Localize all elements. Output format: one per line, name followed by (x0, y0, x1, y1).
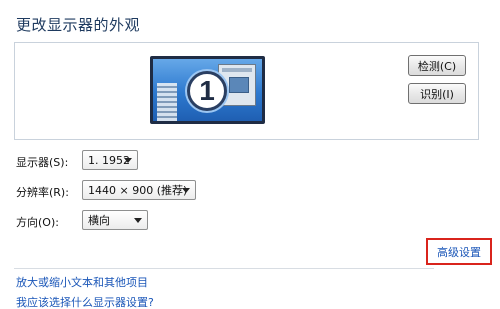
orientation-label: 方向(O): (16, 216, 59, 229)
display-label: 显示器(S): (16, 156, 69, 169)
monitor-number-badge: 1 (187, 71, 227, 111)
resolution-select[interactable]: 1440 × 900 (推荐) (82, 180, 196, 200)
orientation-select[interactable]: 横向 (82, 210, 148, 230)
resolution-label: 分辨率(R): (16, 186, 69, 199)
orientation-select-value: 横向 (88, 214, 110, 227)
identify-button[interactable]: 识别(I) (408, 83, 466, 104)
detect-button[interactable]: 检测(C) (408, 55, 466, 76)
chevron-down-icon (182, 188, 190, 193)
advanced-settings-link[interactable]: 高级设置 (437, 244, 481, 260)
chevron-down-icon (134, 218, 142, 223)
monitor-icon[interactable]: 1 (150, 56, 265, 124)
monitor-number: 1 (199, 75, 215, 106)
resolution-select-value: 1440 × 900 (推荐) (88, 184, 188, 197)
taskbar-graphic (157, 83, 177, 121)
section-divider (14, 268, 434, 269)
display-select[interactable]: 1. 1952 (82, 150, 138, 170)
chevron-down-icon (124, 158, 132, 163)
page-title: 更改显示器的外观 (16, 16, 141, 34)
advanced-settings-highlight: 高级设置 (426, 238, 492, 265)
text-size-link[interactable]: 放大或缩小文本和其他项目 (16, 274, 148, 290)
display-help-link[interactable]: 我应该选择什么显示器设置? (16, 294, 154, 309)
